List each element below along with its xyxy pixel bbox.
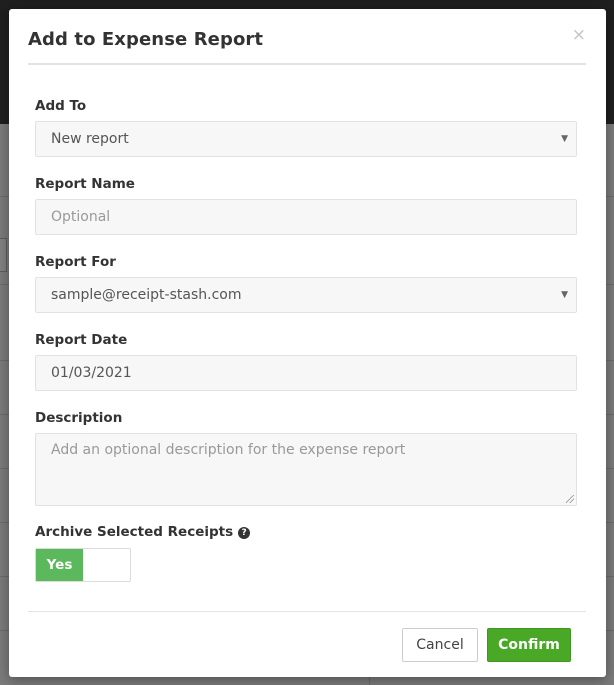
cancel-button[interactable]: Cancel: [402, 628, 478, 662]
add-to-expense-report-modal: Add to Expense Report × Add To New repor…: [9, 9, 606, 677]
confirm-button[interactable]: Confirm: [487, 628, 571, 662]
description-placeholder: Add an optional description for the expe…: [51, 442, 406, 458]
report-for-select[interactable]: sample@receipt-stash.com ▼: [35, 277, 577, 313]
archive-label-text: Archive Selected Receipts: [35, 524, 234, 540]
report-name-label: Report Name: [35, 176, 135, 192]
modal-title: Add to Expense Report: [28, 29, 264, 50]
report-date-label: Report Date: [35, 332, 128, 348]
archive-toggle[interactable]: Yes: [35, 548, 131, 582]
report-for-label: Report For: [35, 254, 116, 270]
chevron-down-icon: ▼: [561, 134, 568, 144]
description-textarea[interactable]: Add an optional description for the expe…: [35, 433, 577, 506]
report-for-value: sample@receipt-stash.com: [51, 287, 242, 303]
chevron-down-icon: ▼: [561, 290, 568, 300]
backdrop-input: [0, 238, 7, 272]
close-icon[interactable]: ×: [572, 26, 586, 44]
add-to-select[interactable]: New report ▼: [35, 121, 577, 157]
footer-divider: [28, 611, 586, 612]
resize-handle-icon[interactable]: [566, 495, 574, 503]
add-to-label: Add To: [35, 98, 87, 114]
toggle-yes: Yes: [36, 549, 83, 581]
modal-header: Add to Expense Report ×: [28, 9, 586, 65]
question-circle-icon[interactable]: ?: [238, 527, 251, 539]
description-label: Description: [35, 410, 123, 426]
report-date-input[interactable]: 01/03/2021: [35, 355, 577, 391]
archive-label: Archive Selected Receipts?: [35, 524, 251, 540]
report-name-input[interactable]: Optional: [35, 199, 577, 235]
add-to-value: New report: [51, 131, 129, 147]
